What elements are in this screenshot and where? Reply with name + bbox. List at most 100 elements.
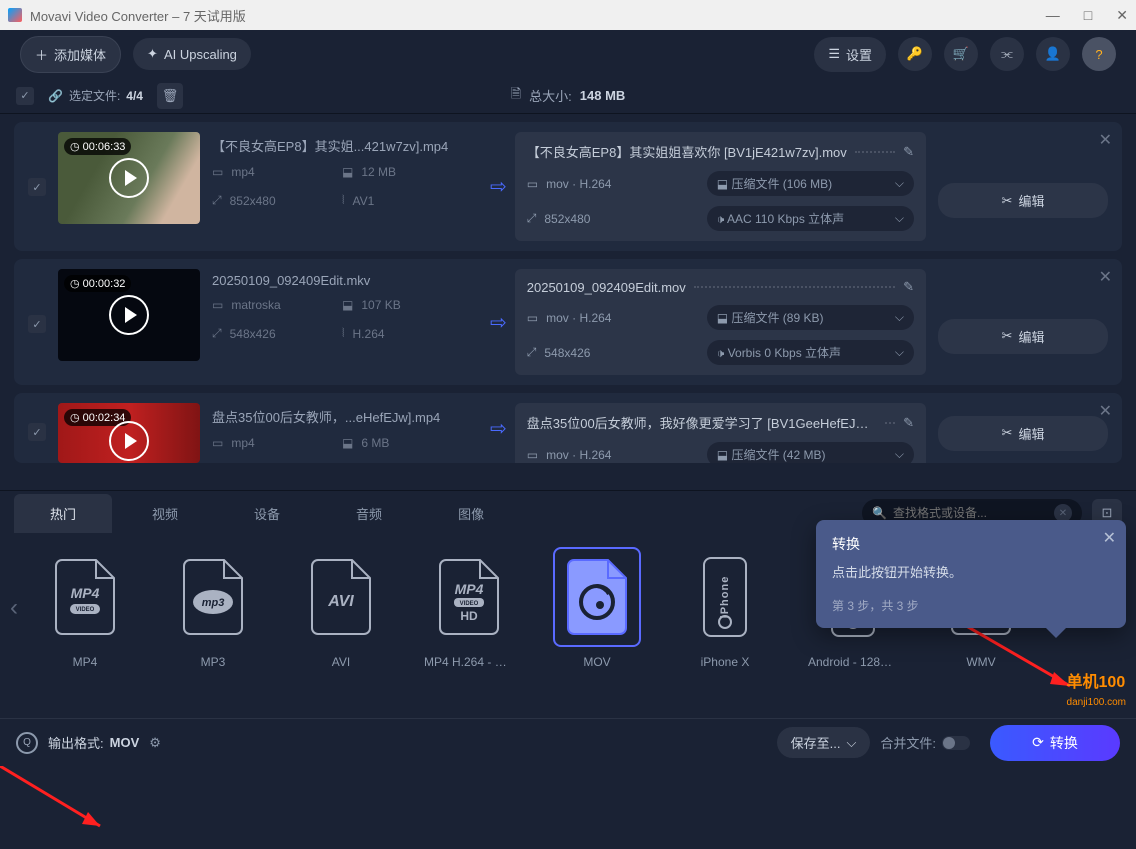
help-button[interactable]: ? xyxy=(1082,37,1116,71)
rename-button[interactable]: ✎ xyxy=(903,279,914,295)
remove-file-button[interactable]: ✕ xyxy=(1099,267,1112,287)
maximize-button[interactable]: □ xyxy=(1084,7,1092,24)
duration-badge: ◷00:06:33 xyxy=(64,138,131,155)
save-to-button[interactable]: 保存至...⌵ xyxy=(777,727,871,758)
edit-button[interactable]: ✂编辑 xyxy=(938,416,1108,451)
close-button[interactable]: ✕ xyxy=(1116,7,1128,24)
svg-text:HD: HD xyxy=(460,609,478,623)
chevron-down-icon: ⌵ xyxy=(895,345,904,360)
selection-label: 选定文件: xyxy=(69,87,120,104)
svg-text:VIDEO: VIDEO xyxy=(460,601,479,607)
tooltip-text: 点击此按钮开始转换。 xyxy=(832,562,1110,581)
tab-device[interactable]: 设备 xyxy=(218,494,316,533)
play-icon[interactable] xyxy=(109,421,149,461)
cart-icon: 🛒 xyxy=(953,46,969,62)
format-mp4-hd[interactable]: MP4VIDEOHD MP4 H.264 - HD 7... xyxy=(424,547,514,669)
source-filename: 【不良女高EP8】其实姐...421w7zv].mp4 xyxy=(212,136,482,155)
convert-button[interactable]: ⟳转换 xyxy=(990,725,1120,761)
rename-button[interactable]: ✎ xyxy=(903,415,914,431)
search-input[interactable] xyxy=(893,506,1048,520)
total-size-label: 总大小: xyxy=(529,86,572,105)
disk-icon: ⬓ xyxy=(342,298,353,312)
rename-button[interactable]: ✎ xyxy=(903,144,914,160)
file-checkbox[interactable]: ✓ xyxy=(28,423,46,441)
output-format-label: 输出格式: xyxy=(48,733,104,752)
file-card: ✕ ✓ ◷00:06:33 【不良女高EP8】其实姐...421w7zv].mp… xyxy=(14,122,1122,251)
format-iphone[interactable]: iPhone iPhone X xyxy=(680,547,770,669)
merge-toggle[interactable] xyxy=(942,736,970,750)
select-all-checkbox[interactable]: ✓ xyxy=(16,87,34,105)
tab-hot[interactable]: 热门 xyxy=(14,494,112,533)
svg-text:MP4: MP4 xyxy=(455,581,484,597)
settings-button[interactable]: ☰ 设置 xyxy=(814,37,886,72)
share-button[interactable]: ⫘ xyxy=(990,37,1024,71)
titlebar: Movavi Video Converter – 7 天试用版 — □ ✕ xyxy=(0,0,1136,30)
scissors-icon: ✂ xyxy=(1002,328,1013,344)
container-icon: ▭ xyxy=(212,298,223,312)
tooltip-close-button[interactable]: ✕ xyxy=(1103,528,1116,548)
quicktime-icon: Q xyxy=(16,732,38,754)
film-icon: ▭ xyxy=(527,311,538,325)
remove-file-button[interactable]: ✕ xyxy=(1099,401,1112,421)
scroll-left-button[interactable]: ‹ xyxy=(10,594,18,622)
svg-text:mp3: mp3 xyxy=(202,597,225,609)
arrow-right-icon: ⇨ xyxy=(490,174,507,199)
container-icon: ▭ xyxy=(212,165,223,179)
format-mp4[interactable]: MP4VIDEO MP4 xyxy=(40,547,130,669)
trash-icon: 🗑 xyxy=(162,88,179,104)
codec-icon: ⦚ xyxy=(342,193,345,208)
thumbnail[interactable]: ◷00:00:32 xyxy=(58,269,200,361)
convert-icon: ⟳ xyxy=(1032,734,1044,751)
key-icon: 🔑 xyxy=(907,46,923,62)
file-card: ✕ ✓ ◷00:00:32 20250109_092409Edit.mkv ▭m… xyxy=(14,259,1122,385)
file-checkbox[interactable]: ✓ xyxy=(28,178,46,196)
chevron-down-icon: ⌵ xyxy=(895,211,904,226)
file-checkbox[interactable]: ✓ xyxy=(28,315,46,333)
file-card: ✕ ✓ ◷00:02:34 盘点35位00后女教师，...eHefEJw].mp… xyxy=(14,393,1122,463)
film-icon: ▭ xyxy=(527,177,538,191)
chevron-down-icon: ⌵ xyxy=(895,447,904,462)
format-mov[interactable]: MOV xyxy=(552,547,642,669)
play-icon[interactable] xyxy=(109,295,149,335)
link-icon: 🔗 xyxy=(48,89,63,103)
question-icon: ? xyxy=(1095,47,1102,62)
compression-dropdown[interactable]: ⬓ 压缩文件 (42 MB)⌵ xyxy=(707,442,914,463)
search-icon: 🔍 xyxy=(872,506,887,520)
arrow-right-icon: ⇨ xyxy=(490,310,507,335)
resize-icon: ⤢ xyxy=(212,326,222,341)
delete-selected-button[interactable]: 🗑 xyxy=(157,83,183,109)
source-filename: 盘点35位00后女教师，...eHefEJw].mp4 xyxy=(212,407,482,426)
add-media-button[interactable]: ＋ 添加媒体 xyxy=(20,36,121,73)
thumbnail[interactable]: ◷00:02:34 xyxy=(58,403,200,463)
svg-text:AVI: AVI xyxy=(327,593,354,610)
thumbnail[interactable]: ◷00:06:33 xyxy=(58,132,200,224)
compression-dropdown[interactable]: ⬓ 压缩文件 (106 MB)⌵ xyxy=(707,171,914,196)
tab-video[interactable]: 视频 xyxy=(116,494,214,533)
edit-button[interactable]: ✂编辑 xyxy=(938,319,1108,354)
search-button[interactable]: 🔑 xyxy=(898,37,932,71)
audio-dropdown[interactable]: 🕩 AAC 110 Kbps 立体声⌵ xyxy=(707,206,914,231)
audio-dropdown[interactable]: 🕩 Vorbis 0 Kbps 立体声⌵ xyxy=(707,340,914,365)
play-icon[interactable] xyxy=(109,158,149,198)
annotation-arrow xyxy=(0,766,130,849)
minimize-button[interactable]: — xyxy=(1046,7,1060,24)
format-avi[interactable]: AVI AVI xyxy=(296,547,386,669)
file-list: ✕ ✓ ◷00:06:33 【不良女高EP8】其实姐...421w7zv].mp… xyxy=(0,114,1136,490)
compress-icon: ⬓ xyxy=(717,448,732,462)
edit-button[interactable]: ✂编辑 xyxy=(938,183,1108,218)
format-settings-button[interactable]: ⚙ xyxy=(149,735,161,751)
compression-dropdown[interactable]: ⬓ 压缩文件 (89 KB)⌵ xyxy=(707,305,914,330)
tab-audio[interactable]: 音频 xyxy=(320,494,418,533)
speaker-icon: 🕩 xyxy=(717,346,728,360)
tab-image[interactable]: 图像 xyxy=(422,494,520,533)
window-title: Movavi Video Converter – 7 天试用版 xyxy=(30,6,246,25)
account-button[interactable]: 👤 xyxy=(1036,37,1070,71)
remove-file-button[interactable]: ✕ xyxy=(1099,130,1112,150)
output-settings: 20250109_092409Edit.mov ✎ ▭mov · H.264 ⬓… xyxy=(515,269,926,375)
user-icon: 👤 xyxy=(1045,46,1061,62)
compress-icon: ⬓ xyxy=(717,177,732,191)
ai-upscaling-button[interactable]: ✦ AI Upscaling xyxy=(133,38,251,70)
format-mp3[interactable]: mp3 MP3 xyxy=(168,547,258,669)
tooltip-step: 第 3 步，共 3 步 xyxy=(832,597,1110,614)
cart-button[interactable]: 🛒 xyxy=(944,37,978,71)
